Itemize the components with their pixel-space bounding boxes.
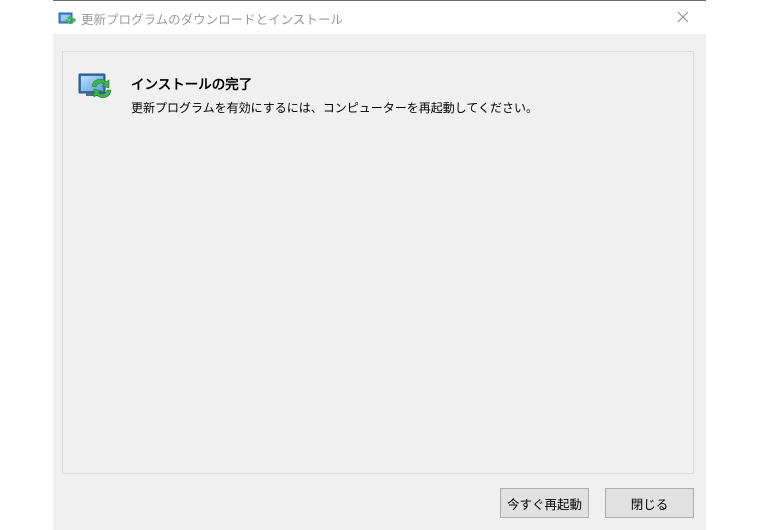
- content-panel: インストールの完了 更新プログラムを有効にするには、コンピューターを再起動してく…: [62, 51, 694, 474]
- window-title: 更新プログラムのダウンロードとインストール: [81, 12, 343, 27]
- windows-update-status-icon: [78, 72, 114, 102]
- install-complete-heading: インストールの完了: [131, 77, 253, 93]
- title-bar[interactable]: 更新プログラムのダウンロードとインストール: [53, 1, 706, 34]
- close-window-button[interactable]: [660, 1, 706, 34]
- update-dialog-window: 更新プログラムのダウンロードとインストール インストールの完了 更新プログラムを…: [53, 0, 706, 530]
- close-icon: [677, 8, 689, 27]
- close-button[interactable]: 閉じる: [605, 488, 694, 518]
- restart-now-button[interactable]: 今すぐ再起動: [500, 488, 589, 518]
- restart-required-message: 更新プログラムを有効にするには、コンピューターを再起動してください。: [131, 101, 539, 115]
- windows-update-icon: [58, 11, 76, 25]
